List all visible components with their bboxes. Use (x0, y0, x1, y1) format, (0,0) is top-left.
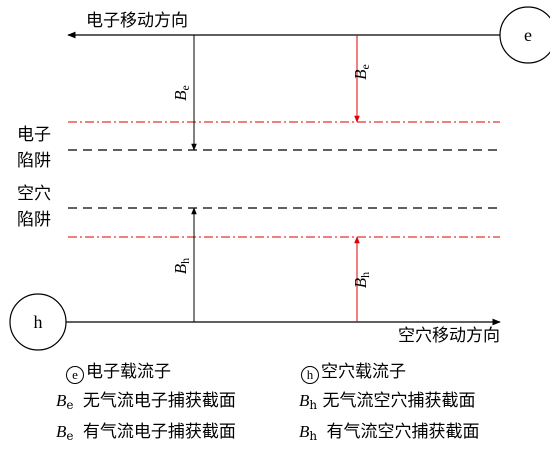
hole-trap-label-line2: 陷阱 (17, 210, 51, 230)
be-no-gas-label: Be (171, 85, 192, 101)
legend-electron-carrier: e 电子载流子 (66, 361, 171, 384)
electron-trap-label-line1: 电子 (17, 125, 51, 145)
hole-trap-label-line1: 空穴 (17, 184, 51, 204)
svg-text:Bh: Bh (171, 258, 192, 274)
svg-text:Be: Be (351, 64, 372, 80)
svg-text:Bh: Bh (351, 272, 372, 288)
legend-be-gas: Be 有气流电子捕获截面 (56, 422, 236, 443)
bh-no-gas-label: Bh (171, 258, 192, 274)
electron-direction-label: 电子移动方向 (86, 11, 188, 31)
legend-be-no-gas: Be 无气流电子捕获截面 (56, 391, 236, 412)
svg-text:Be: Be (171, 85, 192, 101)
legend-bh-gas: Bh 有气流空穴捕获截面 (299, 422, 480, 443)
hole-circle-label: h (34, 312, 43, 332)
electron-trap-label-line2: 陷阱 (17, 151, 51, 171)
legend-bh-no-gas: Bh 无气流空穴捕获截面 (299, 391, 476, 412)
electron-symbol-icon: e (66, 366, 84, 384)
bh-gas-label: Bh (351, 272, 372, 288)
legend-hole-carrier: h 空穴载流子 (301, 361, 406, 384)
hole-symbol-icon: h (301, 366, 319, 384)
electron-circle-label: e (524, 25, 532, 45)
hole-direction-label: 空穴移动方向 (398, 326, 500, 346)
be-gas-label: Be (351, 64, 372, 80)
